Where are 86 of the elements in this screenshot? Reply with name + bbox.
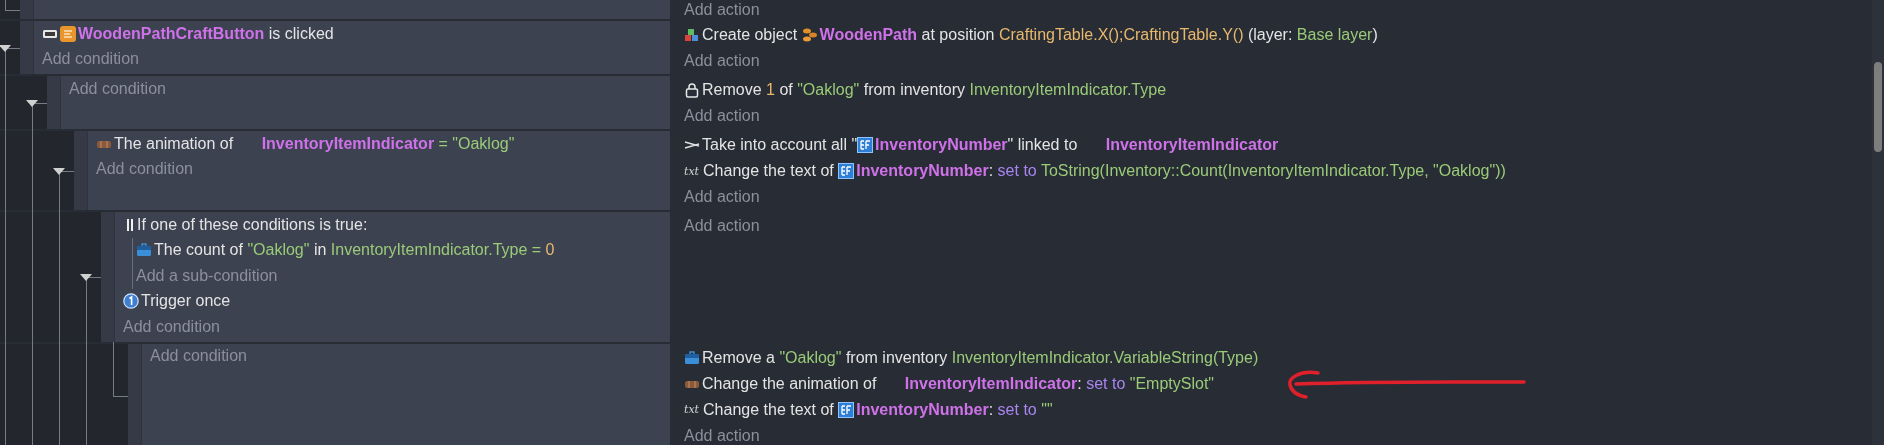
briefcase-icon <box>684 349 700 366</box>
text-object-icon <box>857 137 874 153</box>
object-name: InventoryItemIndicator <box>261 134 435 153</box>
add-condition-link[interactable]: Add condition <box>42 50 139 69</box>
or-icon <box>125 216 135 233</box>
action-text: at position <box>920 26 996 44</box>
event-handle[interactable] <box>20 0 34 19</box>
parameter-value: "EmptySlot" <box>1128 374 1215 393</box>
expression-value: 1 <box>766 81 775 99</box>
action-text: : <box>988 162 995 180</box>
text-object-icon <box>838 401 855 418</box>
parameter-value: "Oaklog" <box>779 348 842 367</box>
parameter-value: "" <box>1040 400 1053 419</box>
action-text: Remove <box>702 81 763 99</box>
parameter-value: ToString(Inventory::Count(InventoryItemIndicator.Type, "Oaklog")) <box>1039 162 1506 180</box>
event-handle[interactable] <box>20 21 34 74</box>
add-condition-link[interactable]: Add condition <box>69 79 166 98</box>
object-name: InventoryItemIndicator <box>904 374 1078 393</box>
action-text: Remove a <box>702 348 776 367</box>
expression-value: 0 <box>545 241 555 260</box>
event-handle[interactable] <box>74 131 88 210</box>
collapse-arrow-icon[interactable] <box>80 273 92 281</box>
text-type-label: txt <box>684 164 700 178</box>
condition-text: is clicked <box>267 24 334 43</box>
action-text: Change the text of <box>703 400 835 419</box>
collapse-arrow-icon[interactable] <box>0 44 11 52</box>
object-name: InventoryNumber <box>875 136 1008 154</box>
parameter-value: InventoryItemIndicator.Type <box>330 241 528 260</box>
action-text: (layer: <box>1246 26 1294 44</box>
add-condition-link[interactable]: Add condition <box>150 347 247 366</box>
trigger-once-icon <box>123 293 139 310</box>
briefcase-icon <box>136 242 152 259</box>
action-text: : <box>1077 374 1083 393</box>
object-thumbnail-icon <box>60 25 76 42</box>
parameter-value: Base layer <box>1296 26 1373 44</box>
event-handle[interactable] <box>47 76 61 129</box>
object-name: WoodenPath <box>819 26 918 44</box>
scrollbar-thumb[interactable] <box>1874 62 1882 152</box>
action-text: : <box>988 400 995 419</box>
object-name: InventoryNumber <box>856 400 989 419</box>
text-type-label: txt <box>684 403 700 416</box>
parameter-value: "Oaklog" <box>452 134 515 153</box>
add-condition-link[interactable]: Add condition <box>96 160 193 179</box>
object-name: InventoryItemIndicator <box>1105 136 1279 154</box>
operator-text: set to <box>997 162 1037 180</box>
action-text: Take into account all " <box>702 136 858 154</box>
action-text: from inventory <box>844 348 949 367</box>
add-action-link[interactable]: Add action <box>684 107 760 125</box>
object-name: WoodenPathCraftButton <box>78 24 265 43</box>
action-text: ) <box>1372 26 1378 44</box>
condition-text: The animation of <box>114 134 235 153</box>
add-action-link[interactable]: Add action <box>684 188 760 206</box>
parameter-value: InventoryItemIndicator.Type <box>969 81 1167 99</box>
collapse-arrow-icon[interactable] <box>53 167 65 175</box>
padlock-icon <box>684 82 700 98</box>
action-text: Change the animation of <box>702 374 878 393</box>
action-text: from inventory <box>862 81 967 99</box>
condition-text: The count of <box>154 241 244 260</box>
add-sub-condition-link[interactable]: Add a sub-condition <box>136 266 278 285</box>
event-handle[interactable] <box>101 212 115 342</box>
add-action-link[interactable]: Add action <box>684 426 760 445</box>
add-action-link[interactable]: Add action <box>684 0 760 19</box>
operator-text: set to <box>997 400 1037 419</box>
operator-text: set to <box>1086 374 1126 393</box>
blocks-icon <box>684 27 700 43</box>
action-text: of <box>778 81 794 99</box>
condition-text: If one of these conditions is true: <box>137 215 368 234</box>
action-text: Create object <box>702 26 799 44</box>
object-name: InventoryNumber <box>856 162 989 180</box>
parameter-value: "Oaklog" <box>797 81 860 99</box>
add-action-link[interactable]: Add action <box>684 52 760 70</box>
text-object-icon <box>838 163 855 179</box>
condition-text: in <box>312 241 328 260</box>
parameter-value: = <box>437 134 449 153</box>
parameter-value: InventoryItemIndicator.VariableString(Type) <box>951 348 1259 367</box>
expression-value: CraftingTable.X();CraftingTable.Y() <box>998 26 1244 44</box>
condition-text: Trigger once <box>141 292 231 311</box>
logs-icon <box>801 27 818 43</box>
collapse-arrow-icon[interactable] <box>26 99 38 107</box>
event-handle[interactable] <box>128 343 142 445</box>
add-action-link[interactable]: Add action <box>684 217 760 235</box>
action-text: " linked to <box>1007 136 1079 154</box>
add-condition-link[interactable]: Add condition <box>123 317 220 336</box>
parameter-value: "Oaklog" <box>247 241 310 260</box>
action-text: Change the text of <box>703 162 835 180</box>
parameter-value: = <box>530 241 543 260</box>
